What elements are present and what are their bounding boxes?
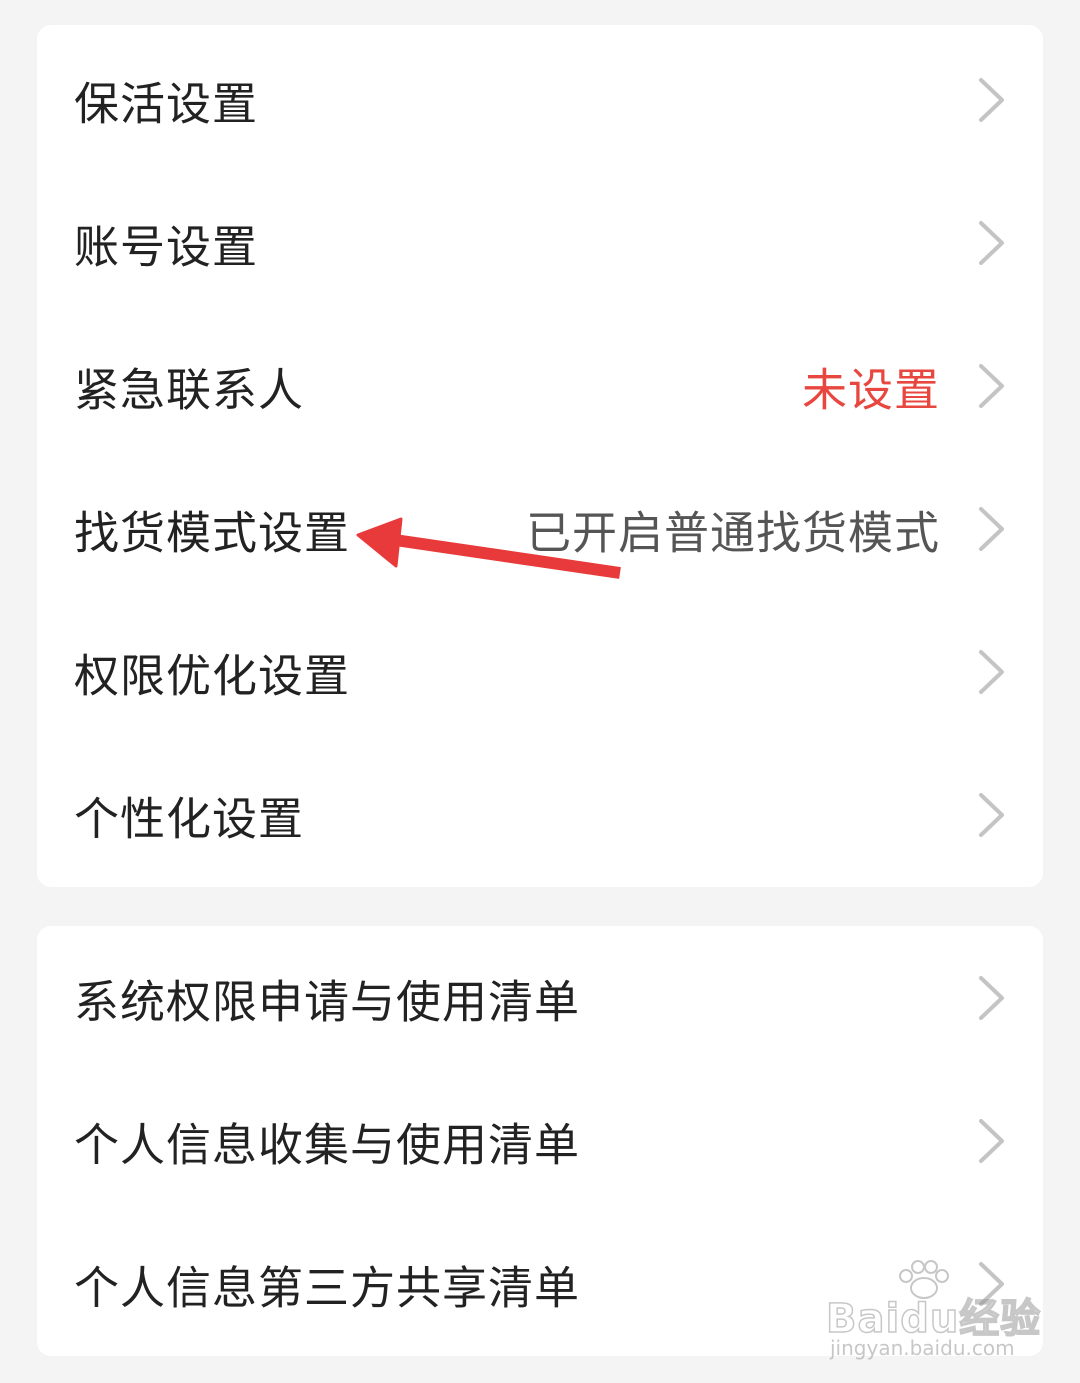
settings-row-keep-alive[interactable]: 保活设置 [37,28,1043,171]
settings-row-emergency-contact[interactable]: 紧急联系人 未设置 [37,314,1043,457]
emergency-contact-status: 未设置 [801,363,940,416]
row-label: 系统权限申请与使用清单 [74,975,581,1028]
row-label: 权限优化设置 [74,649,351,702]
chevron-right-icon [977,220,1007,266]
settings-card-1: 保活设置 账号设置 紧急联系人 未设置 找货模式设置 已开启普通找货模式 权限优… [37,25,1043,887]
row-label: 账号设置 [74,220,259,273]
row-label: 个人信息第三方共享清单 [74,1261,581,1314]
chevron-right-icon [977,649,1007,695]
chevron-right-icon [977,363,1007,409]
row-label: 个性化设置 [74,792,305,845]
chevron-right-icon [977,506,1007,552]
settings-row-find-goods-mode[interactable]: 找货模式设置 已开启普通找货模式 [37,457,1043,600]
baidu-jingyan-watermark: Baidu经验 jingyan.baidu.com [825,1258,1041,1368]
settings-row-personal-info-collection-list[interactable]: 个人信息收集与使用清单 [37,1069,1043,1212]
chevron-right-icon [977,77,1007,123]
row-label: 保活设置 [74,77,259,130]
chevron-right-icon [977,792,1007,838]
row-label: 找货模式设置 [74,506,351,559]
settings-row-account[interactable]: 账号设置 [37,171,1043,314]
settings-row-system-permissions-list[interactable]: 系统权限申请与使用清单 [37,926,1043,1069]
row-label: 个人信息收集与使用清单 [74,1118,581,1171]
find-goods-mode-status: 已开启普通找货模式 [525,506,940,559]
chevron-right-icon [977,1118,1007,1164]
settings-row-personalization[interactable]: 个性化设置 [37,743,1043,886]
settings-row-permission-optimization[interactable]: 权限优化设置 [37,600,1043,743]
row-label: 紧急联系人 [74,363,305,416]
chevron-right-icon [977,975,1007,1021]
watermark-url: jingyan.baidu.com [830,1336,1015,1360]
